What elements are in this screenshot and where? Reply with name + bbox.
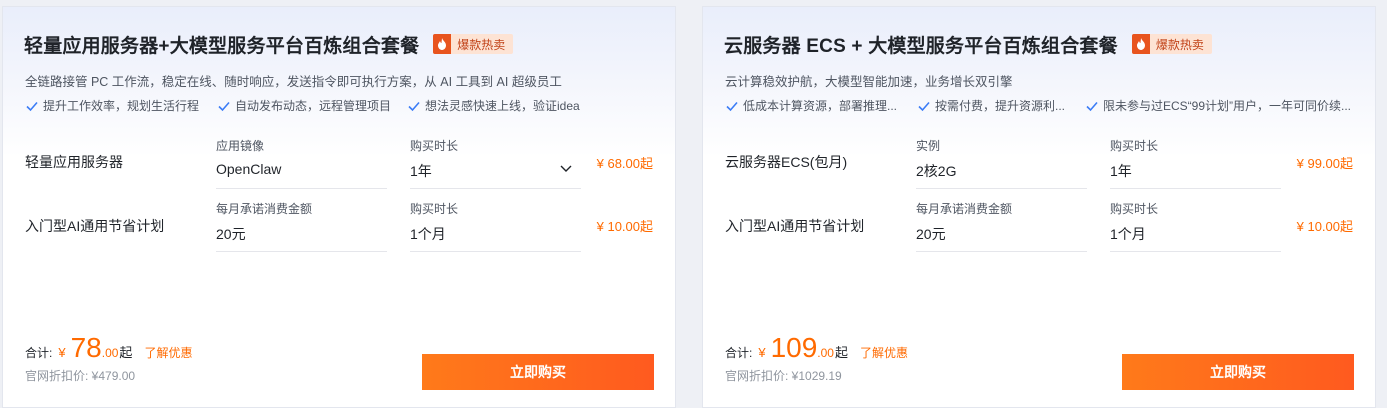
feature-item: 想法灵感快速上线，验证idea bbox=[407, 97, 582, 114]
check-icon bbox=[726, 101, 738, 111]
feature-item: 低成本计算资源，部署推理... bbox=[725, 97, 917, 114]
item-price: ¥ 10.00起 bbox=[1296, 219, 1353, 234]
field-label: 购买时长 bbox=[410, 202, 459, 216]
bundle-card-ecs: 云服务器 ECS + 大模型服务平台百炼组合套餐 爆款热卖 云计算稳效护航，大模… bbox=[702, 6, 1376, 408]
feature-item: 提升工作效率，规划生活行程 bbox=[25, 97, 217, 114]
field-label: 购买时长 bbox=[410, 139, 459, 153]
card-title-row: 云服务器 ECS + 大模型服务平台百炼组合套餐 爆款热卖 bbox=[724, 31, 1212, 57]
total-suffix: 起 bbox=[119, 345, 133, 360]
feature-text: 提升工作效率，规划生活行程 bbox=[43, 99, 200, 113]
badge-label: 爆款热卖 bbox=[457, 37, 506, 52]
field-value: 1年 bbox=[1110, 163, 1132, 179]
product-label: 云服务器ECS(包月) bbox=[725, 154, 848, 170]
field-value: 1年 bbox=[410, 163, 432, 179]
feature-item: 限未参与过ECS“99计划”用户，一年可同价续... bbox=[1085, 97, 1360, 114]
hot-sale-badge: 爆款热卖 bbox=[1131, 34, 1212, 54]
duration-field[interactable]: 购买时长 1个月 bbox=[410, 200, 581, 252]
field-value: 1个月 bbox=[410, 226, 446, 242]
duration-field[interactable]: 购买时长 1个月 bbox=[1110, 200, 1281, 252]
feature-text: 按需付费，提升资源利... bbox=[935, 99, 1066, 113]
card-subtitle: 云计算稳效护航，大模型智能加速，业务增长双引擎 bbox=[725, 75, 1013, 89]
official-price: 官网折扣价: ¥1029.19 bbox=[725, 369, 842, 383]
feature-text: 自动发布动态，远程管理项目 bbox=[235, 99, 392, 113]
hot-sale-badge: 爆款热卖 bbox=[433, 34, 514, 54]
product-label: 入门型AI通用节省计划 bbox=[725, 218, 865, 234]
field-value: OpenClaw bbox=[216, 161, 282, 177]
field-label: 实例 bbox=[916, 139, 941, 153]
field-value: 20元 bbox=[916, 226, 946, 242]
card-subtitle: 全链路接管 PC 工作流，稳定在线、随时响应，发送指令即可执行方案，从 AI 工… bbox=[25, 75, 562, 89]
flame-icon bbox=[1131, 34, 1150, 54]
field-value: 2核2G bbox=[916, 163, 957, 179]
feature-list: 提升工作效率，规划生活行程 自动发布动态，远程管理项目 想法灵感快速上线，验证i… bbox=[25, 97, 582, 114]
total-price: 合计: ¥ 109 .00 起 了解优惠 bbox=[725, 332, 908, 364]
total-suffix: 起 bbox=[834, 345, 848, 360]
field-value: 1个月 bbox=[1110, 226, 1146, 242]
card-title: 轻量应用服务器+大模型服务平台百炼组合套餐 bbox=[24, 35, 420, 57]
feature-item: 自动发布动态，远程管理项目 bbox=[217, 97, 407, 114]
product-label: 入门型AI通用节省计划 bbox=[25, 218, 165, 234]
commit-amount-field[interactable]: 每月承诺消费金额 20元 bbox=[916, 200, 1087, 252]
field-value: 20元 bbox=[216, 226, 246, 242]
currency-symbol: ¥ bbox=[758, 345, 766, 360]
official-price: 官网折扣价: ¥479.00 bbox=[25, 369, 136, 383]
check-icon bbox=[218, 101, 230, 111]
bundle-card-lightweight: 轻量应用服务器+大模型服务平台百炼组合套餐 爆款热卖 全链路接管 PC 工作流，… bbox=[2, 6, 676, 408]
product-label: 轻量应用服务器 bbox=[25, 154, 123, 170]
field-label: 应用镜像 bbox=[216, 139, 265, 153]
learn-discount-link[interactable]: 了解优惠 bbox=[144, 344, 192, 361]
total-label: 合计: bbox=[725, 346, 753, 360]
total-amount-integer: 78 bbox=[70, 332, 102, 363]
item-price: ¥ 10.00起 bbox=[596, 219, 653, 234]
field-label: 每月承诺消费金额 bbox=[216, 202, 313, 216]
total-label: 合计: bbox=[25, 346, 53, 360]
learn-discount-link[interactable]: 了解优惠 bbox=[860, 344, 908, 361]
card-title: 云服务器 ECS + 大模型服务平台百炼组合套餐 bbox=[724, 35, 1118, 57]
total-price: 合计: ¥ 78 .00 起 了解优惠 bbox=[25, 332, 192, 364]
check-icon bbox=[918, 101, 930, 111]
feature-item: 按需付费，提升资源利... bbox=[917, 97, 1085, 114]
check-icon bbox=[26, 101, 38, 111]
feature-list: 低成本计算资源，部署推理... 按需付费，提升资源利... 限未参与过ECS“9… bbox=[725, 97, 1360, 114]
commit-amount-field[interactable]: 每月承诺消费金额 20元 bbox=[216, 200, 387, 252]
image-select[interactable]: 应用镜像 OpenClaw bbox=[216, 137, 387, 189]
flame-icon bbox=[433, 34, 452, 54]
buy-now-button[interactable]: 立即购买 bbox=[1122, 354, 1354, 390]
card-title-row: 轻量应用服务器+大模型服务平台百炼组合套餐 爆款热卖 bbox=[24, 31, 514, 57]
feature-text: 想法灵感快速上线，验证idea bbox=[425, 99, 580, 113]
total-amount-integer: 109 bbox=[770, 332, 818, 363]
feature-text: 低成本计算资源，部署推理... bbox=[743, 99, 898, 113]
buy-now-button[interactable]: 立即购买 bbox=[422, 354, 654, 390]
total-amount-decimal: .00 bbox=[101, 346, 119, 360]
total-amount-decimal: .00 bbox=[817, 346, 834, 360]
field-label: 每月承诺消费金额 bbox=[916, 202, 1013, 216]
item-price: ¥ 99.00起 bbox=[1296, 156, 1353, 171]
duration-select[interactable]: 购买时长 1年 bbox=[410, 137, 581, 189]
item-price: ¥ 68.00起 bbox=[596, 156, 653, 171]
check-icon bbox=[408, 101, 420, 111]
field-label: 购买时长 bbox=[1110, 202, 1159, 216]
feature-text: 限未参与过ECS“99计划”用户，一年可同价续... bbox=[1103, 99, 1352, 113]
field-label: 购买时长 bbox=[1110, 139, 1159, 153]
instance-select[interactable]: 实例 2核2G bbox=[916, 137, 1087, 189]
currency-symbol: ¥ bbox=[58, 345, 66, 360]
duration-field[interactable]: 购买时长 1年 bbox=[1110, 137, 1281, 189]
check-icon bbox=[1086, 101, 1098, 111]
badge-label: 爆款热卖 bbox=[1155, 37, 1204, 52]
